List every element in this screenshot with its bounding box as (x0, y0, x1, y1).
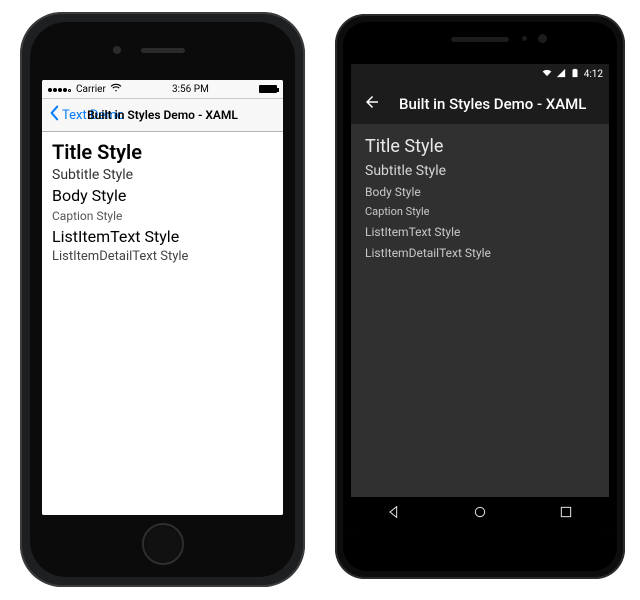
ios-screen: Carrier 3:56 PM Text Demo Built i (42, 80, 283, 515)
earpiece-speaker (451, 37, 509, 42)
signal-dots-icon (48, 84, 72, 95)
signal-icon (556, 68, 566, 81)
back-button[interactable] (363, 93, 381, 115)
label-caption-style: Caption Style (365, 205, 595, 218)
battery-icon (259, 85, 277, 93)
label-caption-style: Caption Style (52, 209, 273, 223)
ios-status-left: Carrier (48, 83, 122, 96)
arrow-left-icon (363, 93, 381, 115)
label-listitemtext-style: ListItemText Style (52, 227, 273, 246)
android-device-frame: 4:12 Built in Styles Demo - XAML Title S… (335, 14, 625, 579)
label-subtitle-style: Subtitle Style (52, 167, 273, 183)
nav-recent-button[interactable] (558, 504, 574, 524)
iphone-device-frame: Carrier 3:56 PM Text Demo Built i (20, 12, 305, 587)
label-subtitle-style: Subtitle Style (365, 163, 595, 179)
label-listitemdetailtext-style: ListItemDetailText Style (365, 246, 595, 260)
label-title-style: Title Style (52, 140, 273, 164)
label-listitemdetailtext-style: ListItemDetailText Style (52, 249, 273, 264)
label-title-style: Title Style (365, 136, 595, 157)
wifi-icon (542, 68, 552, 81)
earpiece-speaker (141, 48, 185, 53)
front-camera-icon (113, 46, 121, 54)
android-system-nav-bar (351, 497, 609, 531)
label-listitemtext-style: ListItemText Style (365, 225, 595, 239)
back-button-label: Text Demo (62, 108, 124, 123)
front-camera-icon (538, 34, 547, 43)
chevron-left-icon (48, 105, 60, 125)
iphone-body: Carrier 3:56 PM Text Demo Built i (30, 22, 295, 577)
android-body: 4:12 Built in Styles Demo - XAML Title S… (343, 22, 617, 571)
wifi-icon (110, 83, 122, 96)
android-clock: 4:12 (584, 69, 603, 80)
android-content-area: Title Style Subtitle Style Body Style Ca… (351, 124, 609, 497)
android-toolbar: Built in Styles Demo - XAML (351, 84, 609, 124)
ios-clock: 3:56 PM (172, 84, 209, 95)
android-page-title: Built in Styles Demo - XAML (399, 95, 586, 113)
android-status-bar: 4:12 (351, 64, 609, 84)
battery-icon (570, 68, 580, 81)
ios-status-right (259, 85, 277, 93)
proximity-sensor-icon (522, 36, 527, 41)
nav-back-button[interactable] (386, 504, 402, 524)
ios-status-bar: Carrier 3:56 PM (42, 80, 283, 98)
label-body-style: Body Style (365, 185, 595, 199)
android-screen: 4:12 Built in Styles Demo - XAML Title S… (351, 64, 609, 531)
back-button[interactable]: Text Demo (48, 105, 124, 125)
label-body-style: Body Style (52, 186, 273, 205)
home-button[interactable] (142, 523, 184, 565)
nav-home-button[interactable] (472, 504, 488, 524)
ios-content-area: Title Style Subtitle Style Body Style Ca… (42, 132, 283, 515)
ios-nav-bar: Text Demo Built in Styles Demo - XAML (42, 98, 283, 132)
carrier-label: Carrier (76, 84, 106, 95)
